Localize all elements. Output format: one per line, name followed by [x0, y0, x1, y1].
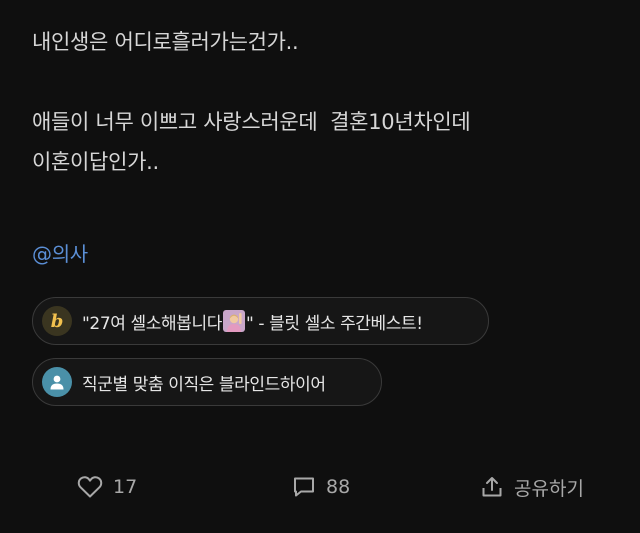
share-label: 공유하기	[514, 477, 584, 500]
promo-chip-text-end: " - 블릿 셀소 주간베스트!	[245, 313, 423, 334]
post-text-line: 내인생은 어디로흘러가는건가..	[32, 30, 299, 54]
like-count: 17	[113, 476, 138, 498]
action-bar: 17 88 공유하기	[0, 470, 640, 504]
blind-b-logo-icon: b	[42, 306, 72, 336]
post-body: 내인생은 어디로흘러가는건가.. 애들이 너무 이쁘고 사랑스러운데 결혼10년…	[32, 22, 622, 182]
person-icon	[42, 367, 72, 397]
promo-chip-self-intro[interactable]: b "27여 셀소해봅니다 " - 블릿 셀소 주간베스트!	[32, 297, 489, 345]
promo-chip-label: "27여 셀소해봅니다 " - 블릿 셀소 주간베스트!	[82, 309, 423, 334]
promo-chip-hire[interactable]: 직군별 맞춤 이직은 블라인드하이어	[32, 358, 382, 406]
post-text-line: 이혼이답인가..	[32, 150, 159, 174]
comment-button[interactable]: 88	[292, 470, 350, 504]
like-button[interactable]: 17	[77, 470, 137, 504]
promo-chip-text-start: "27여 셀소해봅니다	[82, 313, 222, 334]
mention-tag[interactable]: @의사	[32, 238, 88, 267]
person-raising-hand-emoji	[222, 310, 245, 332]
comment-icon	[294, 477, 314, 497]
heart-icon	[77, 476, 103, 498]
comment-count: 88	[326, 476, 351, 498]
promo-chip-label: 직군별 맞춤 이직은 블라인드하이어	[82, 374, 326, 395]
post-text-line: 애들이 너무 이쁘고 사랑스러운데 결혼10년차인데	[32, 110, 471, 134]
share-icon	[482, 477, 502, 497]
share-button[interactable]: 공유하기	[480, 470, 584, 504]
